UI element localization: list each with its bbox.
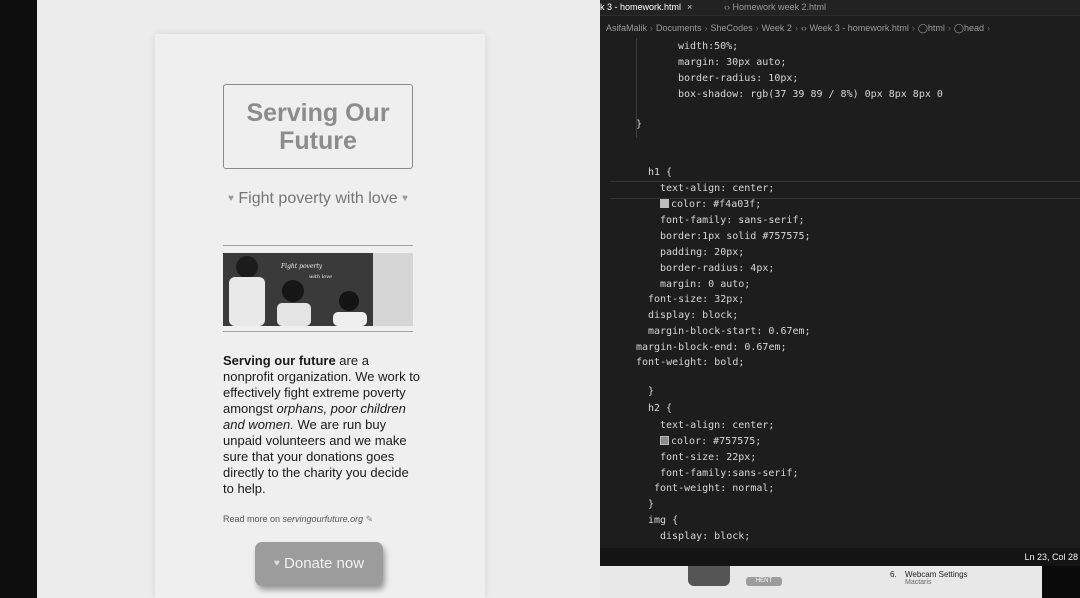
code-line-text: color: #757575; (671, 436, 762, 447)
heart-icon: ♥ (273, 558, 280, 569)
about-paragraph: Serving our future are a nonprofit organ… (223, 353, 423, 497)
read-more-link[interactable]: servingourfuture.org (283, 514, 364, 524)
tab-label: k 3 - homework.html (600, 2, 682, 12)
screen-edge (1042, 566, 1080, 598)
read-more: Read more on servingourfuture.org ✎ (223, 514, 373, 525)
code-line: font-family:sans-serif; (660, 468, 799, 479)
code-line: display: block; (648, 310, 739, 321)
code-line: width:50%; (678, 41, 739, 52)
divider-top (223, 245, 413, 246)
divider-bottom (223, 331, 413, 332)
browser-preview: Serving Our Future ♥ Fight poverty with … (37, 0, 600, 598)
heart-icon: ♥ (228, 193, 234, 204)
menu-item-webcam-settings[interactable]: Webcam Settings (905, 570, 968, 579)
tab-homework-week2[interactable]: ‹› Homework week 2.html (724, 0, 826, 15)
code-line: display: block; (660, 531, 751, 542)
code-line: margin: 0 auto; (660, 279, 751, 290)
code-line: margin: 30px auto; (678, 57, 787, 68)
photo-caption-1: Fight poverty (280, 263, 323, 270)
color-swatch[interactable] (660, 436, 669, 445)
code-line: text-align: center; (660, 420, 775, 431)
pencil-icon: ✎ (365, 514, 374, 524)
code-line-text: color: #f4a03f; (671, 199, 762, 210)
code-line: box-shadow: rgb(37 39 89 / 8%) 0px 8px 8… (678, 89, 943, 100)
code-line: text-align: center; (660, 183, 775, 194)
donate-label: Donate now (284, 555, 365, 572)
code-line: color: #f4a03f; (660, 197, 761, 212)
app-icon[interactable] (688, 566, 730, 586)
code-line: font-weight: normal; (654, 483, 775, 494)
breadcrumb: AsifaMalik › Documents › SheCodes › Week 2 › ‹› … (606, 23, 991, 33)
code-line: margin-block-end: 0.67em; (636, 342, 787, 353)
code-line: } (648, 386, 655, 397)
breadcrumb-item[interactable]: Week 2 (762, 23, 792, 33)
close-icon[interactable]: × (687, 2, 692, 12)
status-bar: Ln 23, Col 28 (600, 548, 1080, 566)
code-icon: ‹› (800, 23, 807, 33)
read-more-prefix: Read more on (223, 514, 283, 524)
breadcrumb-item[interactable]: SheCodes (711, 23, 753, 33)
breadcrumb-item[interactable]: head (964, 23, 984, 33)
tagline: ♥ Fight poverty with love ♥ (223, 188, 413, 210)
code-line: } (636, 119, 643, 130)
code-line: border-radius: 10px; (678, 73, 799, 84)
breadcrumb-item[interactable]: html (928, 23, 945, 33)
breadcrumb-item[interactable]: Week 3 - homework.html (809, 23, 908, 33)
tagline-text: Fight poverty with love (238, 190, 398, 207)
menu-number: 6. (890, 570, 897, 579)
heart-icon: ♥ (402, 193, 408, 204)
menu-item-subtitle: Mactaris (905, 579, 932, 586)
code-line: font-size: 32px; (648, 294, 745, 305)
editor-tabs: k 3 - homework.html × ‹› Homework week 2.… (600, 0, 1080, 16)
desktop-strip: HENT 6. Webcam Settings Mactaris (600, 566, 1042, 598)
code-line: } (648, 499, 655, 510)
tab-label: Homework week 2.html (732, 2, 827, 12)
photo-caption-2: with love (309, 274, 332, 280)
children-photo: Fight poverty with love (223, 253, 413, 326)
page-heading: Serving Our Future (223, 84, 413, 169)
code-line-text: border:1px solid #757575; (660, 231, 811, 242)
cursor-position[interactable]: Ln 23, Col 28 (1024, 552, 1078, 562)
code-line: padding: 20px; (660, 247, 745, 258)
code-line: margin-block-start: 0.67em; (648, 326, 811, 337)
code-line: border-radius: 4px; (660, 263, 775, 274)
code-line: border:1px solid #757575; (660, 229, 811, 244)
code-line: h1 { (648, 167, 673, 178)
code-line: img { (648, 515, 679, 526)
donate-button[interactable]: ♥ Donate now (255, 542, 383, 586)
code-editor: k 3 - homework.html × ‹› Homework week 2.… (600, 0, 1080, 548)
color-swatch[interactable] (660, 199, 669, 208)
code-area[interactable]: width:50%; margin: 30px auto; border-rad… (600, 38, 1080, 548)
status-badge: HENT (746, 577, 782, 586)
code-line: font-weight: bold; (636, 357, 745, 368)
code-icon: ‹› (724, 2, 730, 12)
breadcrumb-item[interactable]: Documents (656, 23, 702, 33)
element-icon: ◯ (953, 23, 964, 33)
breadcrumb-item[interactable]: AsifaMalik (606, 23, 647, 33)
code-line: color: #757575; (660, 434, 761, 449)
element-icon: ◯ (917, 23, 928, 33)
tab-homework-week3[interactable]: k 3 - homework.html × (600, 0, 692, 15)
code-line: font-family: sans-serif; (660, 215, 805, 226)
code-line: font-size: 22px; (660, 452, 757, 463)
org-name: Serving our future (223, 353, 336, 368)
code-line: h2 { (648, 403, 673, 414)
